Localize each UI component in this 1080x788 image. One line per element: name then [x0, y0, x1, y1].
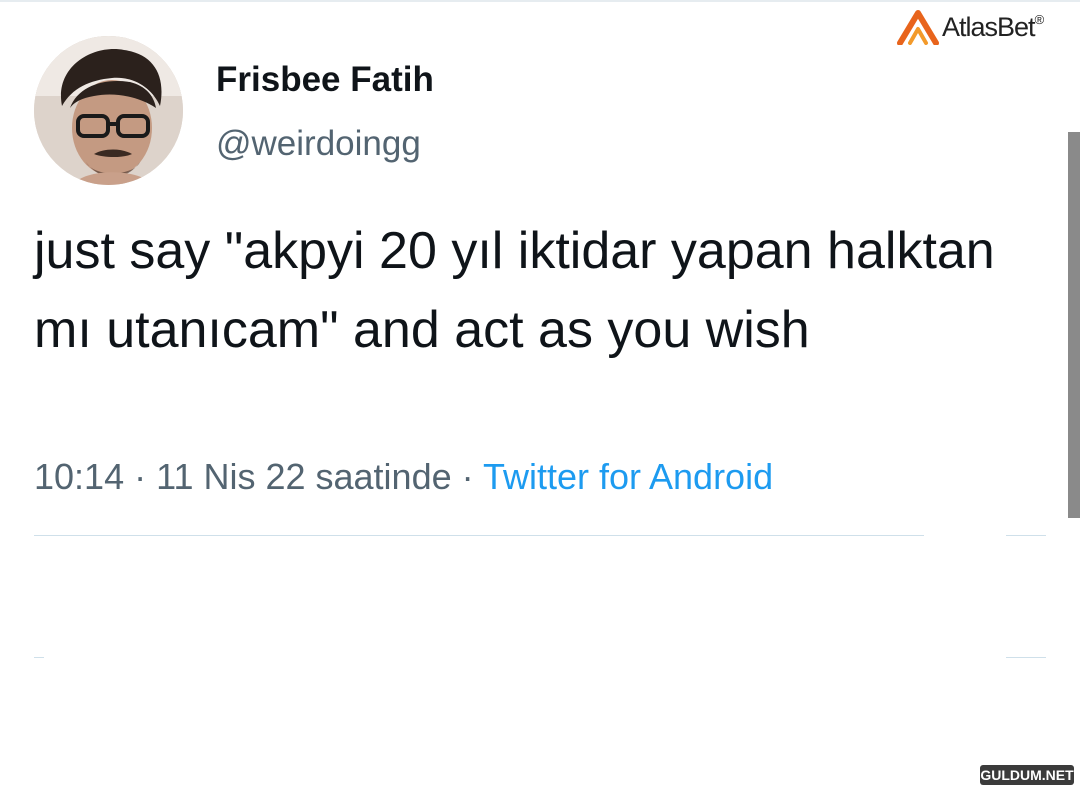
top-border [0, 0, 1080, 2]
author-display-name[interactable]: Frisbee Fatih [216, 60, 434, 100]
meta-separator: · [451, 456, 483, 497]
site-watermark: GULDUM.NET [980, 765, 1074, 785]
avatar[interactable] [34, 36, 183, 185]
tweet-time[interactable]: 10:14 [34, 456, 124, 497]
author-handle[interactable]: @weirdoingg [216, 124, 421, 164]
meta-separator: · [124, 456, 157, 497]
scrollbar[interactable] [1068, 132, 1080, 518]
atlasbet-logo: AtlasBet® [896, 6, 1066, 48]
atlasbet-wordmark: AtlasBet® [942, 11, 1044, 42]
tweet-text: just say "akpyi 20 yıl iktidar yapan hal… [34, 222, 995, 359]
divider [1006, 535, 1046, 536]
avatar-photo [34, 36, 183, 185]
divider [34, 657, 44, 658]
divider [34, 535, 924, 536]
atlasbet-mark-icon [897, 10, 939, 45]
tweet-meta: 10:14 · 11 Nis 22 saatinde · Twitter for… [34, 456, 773, 498]
tweet-source-link[interactable]: Twitter for Android [483, 456, 773, 497]
divider [1006, 657, 1046, 658]
tweet-date[interactable]: 11 Nis 22 saatinde [156, 456, 452, 497]
